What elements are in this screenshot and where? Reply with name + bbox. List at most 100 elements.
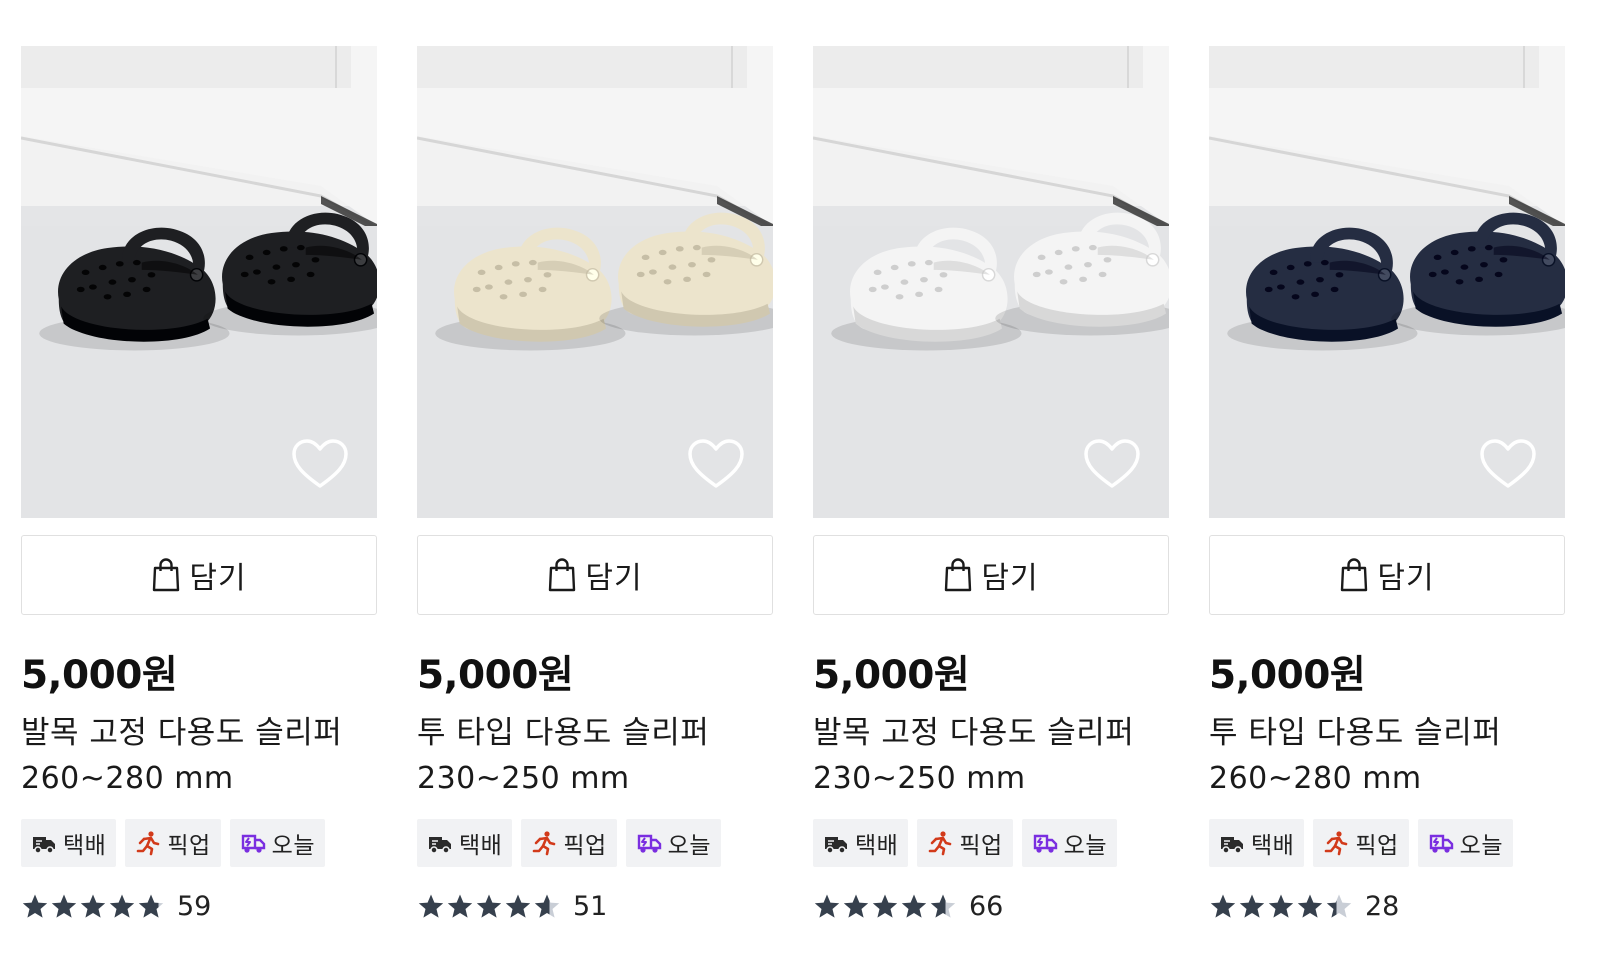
fast-delivery-icon bbox=[241, 834, 265, 853]
star-rating bbox=[417, 893, 561, 920]
delivery-tags: 택배 픽업 오늘 bbox=[813, 819, 1169, 867]
tag-label: 픽업 bbox=[1355, 833, 1399, 859]
product-grid: 담기 5,000원 발목 고정 다용도 슬리퍼 260~280 mm 택배 픽업… bbox=[21, 46, 1565, 922]
product-size: 260~280 mm bbox=[21, 761, 234, 796]
tag-today: 오늘 bbox=[1417, 819, 1513, 867]
tag-label: 택배 bbox=[1251, 833, 1295, 859]
tag-today: 오늘 bbox=[625, 819, 721, 867]
product-price: 5,000원 bbox=[1209, 653, 1366, 698]
product-card[interactable]: 담기 5,000원 발목 고정 다용도 슬리퍼 230~250 mm 택배 픽업… bbox=[813, 46, 1169, 922]
add-to-cart-label: 담기 bbox=[585, 561, 643, 596]
product-image[interactable] bbox=[417, 46, 773, 518]
add-to-cart-button[interactable]: 담기 bbox=[417, 535, 773, 615]
star-icon bbox=[22, 894, 48, 918]
tag-label: 픽업 bbox=[563, 833, 607, 859]
tag-label: 택배 bbox=[855, 833, 899, 859]
star-icon bbox=[505, 894, 531, 918]
tag-today: 오늘 bbox=[229, 819, 325, 867]
fast-delivery-icon bbox=[1429, 834, 1453, 853]
tag-pickup: 픽업 bbox=[125, 819, 221, 867]
tag-delivery: 택배 bbox=[1209, 819, 1305, 867]
star-icon bbox=[51, 894, 77, 918]
star-icon bbox=[476, 894, 502, 918]
product-size: 230~250 mm bbox=[417, 761, 630, 796]
shopping-bag-icon bbox=[153, 558, 180, 592]
fast-delivery-icon bbox=[1033, 834, 1057, 853]
product-name[interactable]: 투 타입 다용도 슬리퍼 bbox=[417, 713, 773, 753]
tag-pickup: 픽업 bbox=[521, 819, 617, 867]
star-rating bbox=[21, 893, 165, 920]
product-size: 260~280 mm bbox=[1209, 761, 1422, 796]
shopping-bag-icon bbox=[549, 558, 576, 592]
product-price: 5,000원 bbox=[417, 653, 574, 698]
tag-today: 오늘 bbox=[1021, 819, 1117, 867]
product-price: 5,000원 bbox=[813, 653, 970, 698]
star-icon bbox=[80, 894, 106, 918]
running-person-icon bbox=[1325, 831, 1348, 856]
star-icon bbox=[447, 894, 473, 918]
rating: 66 bbox=[813, 891, 1169, 922]
rating: 51 bbox=[417, 891, 773, 922]
running-person-icon bbox=[137, 831, 160, 856]
running-person-icon bbox=[533, 831, 556, 856]
fast-delivery-icon bbox=[637, 834, 661, 853]
tag-pickup: 픽업 bbox=[1313, 819, 1409, 867]
star-icon bbox=[534, 894, 560, 918]
tag-delivery: 택배 bbox=[417, 819, 513, 867]
product-card[interactable]: 담기 5,000원 투 타입 다용도 슬리퍼 230~250 mm 택배 픽업 … bbox=[417, 46, 773, 922]
delivery-tags: 택배 픽업 오늘 bbox=[1209, 819, 1565, 867]
heart-icon[interactable] bbox=[291, 438, 349, 490]
tag-label: 오늘 bbox=[1063, 833, 1107, 859]
star-icon bbox=[843, 894, 869, 918]
truck-icon bbox=[33, 837, 55, 854]
heart-icon[interactable] bbox=[1479, 438, 1537, 490]
star-rating bbox=[1209, 893, 1353, 920]
star-icon bbox=[1297, 894, 1323, 918]
rating: 28 bbox=[1209, 891, 1565, 922]
tag-pickup: 픽업 bbox=[917, 819, 1013, 867]
tag-delivery: 택배 bbox=[21, 819, 117, 867]
review-count: 66 bbox=[969, 891, 1004, 922]
star-icon bbox=[872, 894, 898, 918]
product-image[interactable] bbox=[21, 46, 377, 518]
tag-label: 오늘 bbox=[1459, 833, 1503, 859]
star-icon bbox=[1210, 894, 1236, 918]
product-image[interactable] bbox=[813, 46, 1169, 518]
truck-icon bbox=[429, 837, 451, 854]
star-icon bbox=[109, 894, 135, 918]
product-card[interactable]: 담기 5,000원 투 타입 다용도 슬리퍼 260~280 mm 택배 픽업 … bbox=[1209, 46, 1565, 922]
tag-label: 택배 bbox=[63, 833, 107, 859]
review-count: 51 bbox=[573, 891, 608, 922]
add-to-cart-label: 담기 bbox=[981, 561, 1039, 596]
star-icon bbox=[814, 894, 840, 918]
tag-label: 픽업 bbox=[167, 833, 211, 859]
product-name[interactable]: 발목 고정 다용도 슬리퍼 bbox=[21, 713, 377, 753]
star-rating bbox=[813, 893, 957, 920]
product-image[interactable] bbox=[1209, 46, 1565, 518]
review-count: 28 bbox=[1365, 891, 1400, 922]
star-icon bbox=[1239, 894, 1265, 918]
tag-label: 택배 bbox=[459, 833, 503, 859]
tag-delivery: 택배 bbox=[813, 819, 909, 867]
review-count: 59 bbox=[177, 891, 212, 922]
product-price: 5,000원 bbox=[21, 653, 178, 698]
product-size: 230~250 mm bbox=[813, 761, 1026, 796]
add-to-cart-label: 담기 bbox=[189, 561, 247, 596]
heart-icon[interactable] bbox=[1083, 438, 1141, 490]
add-to-cart-button[interactable]: 담기 bbox=[21, 535, 377, 615]
tag-label: 오늘 bbox=[667, 833, 711, 859]
product-name[interactable]: 발목 고정 다용도 슬리퍼 bbox=[813, 713, 1169, 753]
add-to-cart-label: 담기 bbox=[1377, 561, 1435, 596]
truck-icon bbox=[825, 837, 847, 854]
truck-icon bbox=[1221, 837, 1243, 854]
shopping-bag-icon bbox=[1341, 558, 1368, 592]
heart-icon[interactable] bbox=[687, 438, 745, 490]
star-icon bbox=[901, 894, 927, 918]
star-icon bbox=[138, 894, 164, 918]
add-to-cart-button[interactable]: 담기 bbox=[1209, 535, 1565, 615]
product-card[interactable]: 담기 5,000원 발목 고정 다용도 슬리퍼 260~280 mm 택배 픽업… bbox=[21, 46, 377, 922]
add-to-cart-button[interactable]: 담기 bbox=[813, 535, 1169, 615]
star-icon bbox=[930, 894, 956, 918]
rating: 59 bbox=[21, 891, 377, 922]
product-name[interactable]: 투 타입 다용도 슬리퍼 bbox=[1209, 713, 1565, 753]
